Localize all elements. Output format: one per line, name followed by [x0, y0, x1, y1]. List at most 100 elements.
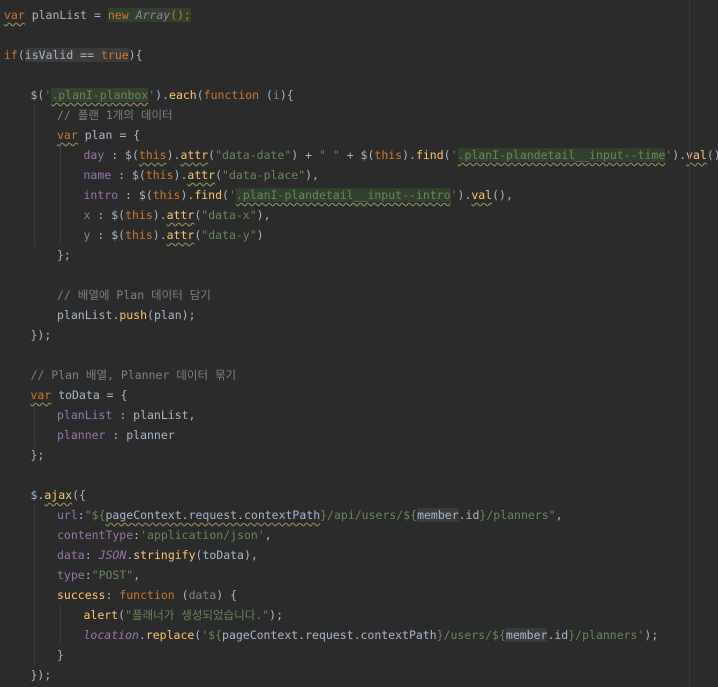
- code-line[interactable]: // 배열에 Plan 데이터 담기: [57, 285, 211, 305]
- code-line[interactable]: };: [31, 445, 45, 465]
- code-token: }/api/users/${: [320, 508, 418, 522]
- code-line[interactable]: x : $(this).attr("data-x"),: [84, 205, 271, 225]
- code-token: );: [644, 628, 659, 642]
- code-token: .planI-plandetail__input--intro: [235, 188, 451, 202]
- code-line[interactable]: }: [57, 645, 64, 665]
- code-line[interactable]: location.replace('${pageContext.request.…: [83, 625, 659, 645]
- code-token: : $(: [90, 208, 126, 222]
- code-token: data: [188, 588, 217, 602]
- code-token: }/users/${: [436, 628, 506, 642]
- code-token: :: [105, 588, 120, 602]
- code-token: find: [194, 188, 223, 202]
- code-line[interactable]: url:"${pageContext.request.contextPath}/…: [57, 505, 563, 525]
- code-line[interactable]: day : $(this).attr("data-date") + " " + …: [84, 145, 718, 165]
- code-token: ).: [166, 148, 181, 162]
- code-token: }/planners': [568, 628, 645, 642]
- code-token: (toData),: [195, 548, 258, 562]
- code-token: location: [83, 628, 139, 642]
- code-token: var: [57, 128, 78, 142]
- code-line[interactable]: planList : planList,: [57, 405, 195, 425]
- code-line[interactable]: intro : $(this).find('.planI-plandetail_…: [84, 185, 513, 205]
- code-token: }: [57, 648, 64, 662]
- code-line[interactable]: };: [57, 245, 71, 265]
- code-token: '${: [201, 628, 223, 642]
- code-line[interactable]: planner : planner: [57, 425, 175, 445]
- code-token: };: [57, 248, 71, 262]
- code-token: url: [57, 508, 78, 522]
- code-line[interactable]: var toData = {: [31, 385, 128, 405]
- code-token: (: [443, 148, 451, 162]
- code-line[interactable]: if(isValid == true){: [4, 45, 143, 65]
- code-token: ).: [457, 188, 472, 202]
- code-token: push: [119, 308, 148, 322]
- code-token: ': [228, 188, 236, 202]
- code-token: : $(: [90, 228, 126, 242]
- code-line[interactable]: type:"POST",: [57, 565, 140, 585]
- code-token: Array: [135, 8, 171, 22]
- code-token: function: [119, 588, 182, 602]
- code-token: (: [181, 588, 189, 602]
- code-token: alert: [83, 608, 119, 622]
- code-line[interactable]: contentType:'application/json',: [57, 525, 272, 545]
- code-token: member: [505, 628, 548, 642]
- code-token: intro: [83, 188, 119, 202]
- code-token: );: [269, 608, 283, 622]
- code-token: ): [256, 228, 264, 242]
- code-line[interactable]: // 플랜 1개의 데이터: [57, 105, 173, 125]
- code-token: ),: [305, 168, 319, 182]
- code-token: (: [196, 88, 204, 102]
- code-token: "POST": [91, 568, 134, 582]
- code-token: (plan);: [147, 308, 196, 322]
- code-token: (: [222, 188, 229, 202]
- code-line[interactable]: $('.planI-planbox').each(function (i){: [31, 85, 294, 105]
- code-token: ).: [402, 148, 416, 162]
- code-editor[interactable]: var planList = new Array(); if(isValid ==…: [0, 0, 718, 687]
- code-token: ).: [173, 168, 188, 182]
- code-token: function: [203, 88, 266, 102]
- code-token: (: [215, 168, 223, 182]
- right-margin-guide: [689, 0, 690, 687]
- code-token: success: [57, 588, 106, 602]
- code-token: val: [471, 188, 493, 202]
- code-line[interactable]: planList.push(plan);: [57, 305, 196, 325]
- code-token: // 배열에 Plan 데이터 담기: [57, 288, 211, 302]
- code-token: ajax: [44, 488, 73, 502]
- code-line[interactable]: alert("플래너가 생성되었습니다.");: [84, 605, 284, 625]
- code-token: name: [83, 168, 112, 182]
- code-token: : planList,: [112, 408, 196, 422]
- code-token: "플래너가 생성되었습니다.": [125, 608, 270, 622]
- code-token: ),: [256, 208, 271, 222]
- code-token: ).: [180, 188, 195, 202]
- code-token: "data-x": [201, 208, 257, 222]
- code-line[interactable]: name : $(this).attr("data-place"),: [84, 165, 319, 185]
- code-token: "data-y": [201, 228, 257, 242]
- code-token: var: [30, 388, 52, 402]
- code-token: "data-place": [222, 168, 306, 182]
- code-token: this: [138, 148, 167, 162]
- code-token: true: [100, 48, 129, 62]
- code-line[interactable]: });: [31, 665, 52, 685]
- code-token: pageContext.request.contextPath: [105, 508, 321, 522]
- code-line[interactable]: $.ajax({: [31, 485, 86, 505]
- code-token: planList: [57, 308, 113, 322]
- code-token: attr: [166, 208, 195, 222]
- code-line[interactable]: var plan = {: [57, 125, 140, 145]
- code-token: i: [272, 88, 280, 102]
- code-token: });: [30, 328, 52, 342]
- code-token: ).: [152, 228, 167, 242]
- code-token: : planner: [105, 428, 175, 442]
- code-line[interactable]: });: [31, 325, 52, 345]
- code-line[interactable]: // Plan 배열, Planner 데이터 묶기: [31, 365, 237, 385]
- code-token: this: [374, 148, 403, 162]
- code-token: contentType: [57, 528, 134, 542]
- code-line[interactable]: y : $(this).attr("data-y"): [84, 225, 264, 245]
- code-token: data: [57, 548, 85, 562]
- code-line[interactable]: success: function (data) {: [57, 585, 237, 605]
- code-token: 'application/json': [140, 528, 265, 542]
- code-token: ).: [152, 208, 167, 222]
- code-line[interactable]: var planList = new Array();: [4, 5, 191, 25]
- code-token: ': [450, 148, 458, 162]
- code-token: new: [107, 8, 136, 22]
- code-line[interactable]: data: JSON.stringify(toData),: [57, 545, 258, 565]
- code-token: ,: [264, 528, 272, 542]
